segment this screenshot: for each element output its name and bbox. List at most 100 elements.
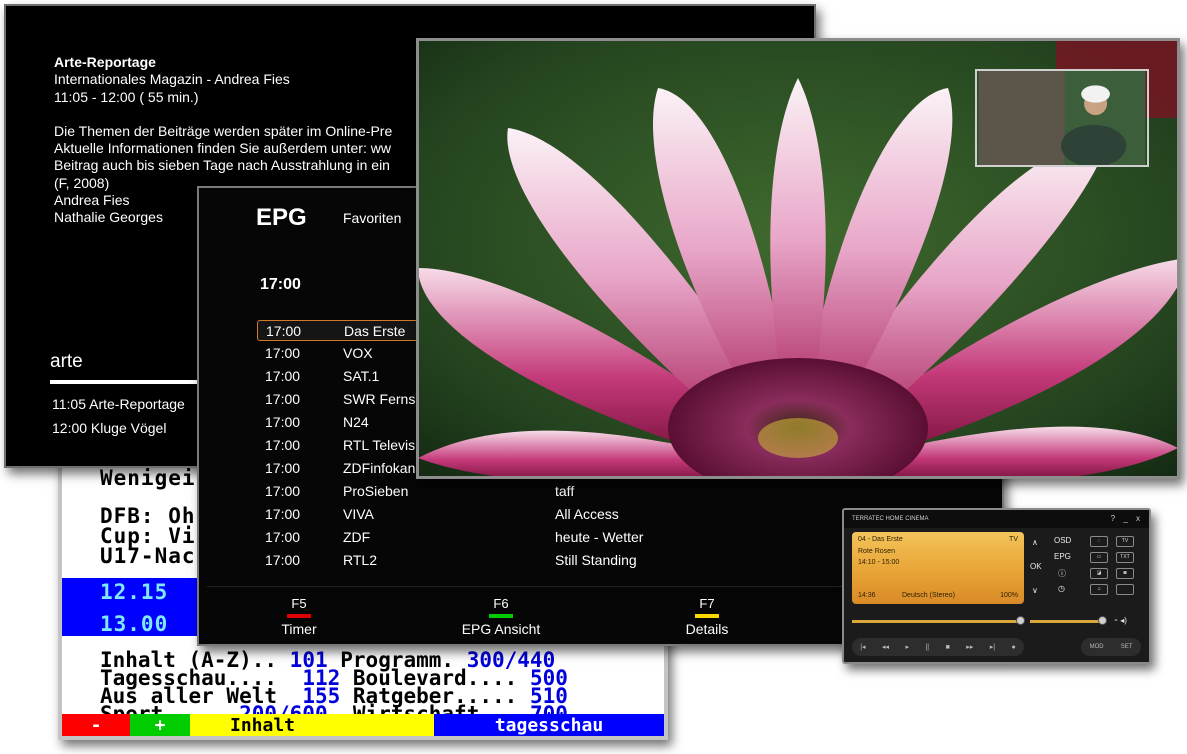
tv-button[interactable]: TV <box>1116 536 1134 547</box>
epg-view-button[interactable]: F6 EPG Ansicht <box>431 596 571 637</box>
green-indicator <box>489 614 513 618</box>
teletext-button[interactable]: TXT <box>1116 552 1134 563</box>
epg-time: 17:00 <box>265 391 301 407</box>
epg-channel: ZDFinfokan <box>343 460 416 476</box>
epg-channel: ZDF <box>343 529 371 545</box>
down-arrow-icon[interactable]: ∨ <box>1032 586 1038 595</box>
clock-icon[interactable]: ◷ <box>1058 584 1065 593</box>
epg-channel: VOX <box>343 345 373 361</box>
mode-controls: MOD SET <box>1081 638 1141 656</box>
program-title: Arte-Reportage <box>54 54 156 70</box>
teletext-time-1215: 12.15 <box>100 580 169 604</box>
fast-forward-icon[interactable]: ▸▸ <box>966 643 973 651</box>
epg-view-label: EPG Ansicht <box>461 621 541 637</box>
epg-time: 17:00 <box>265 345 301 361</box>
transport-controls: |◂ ◂◂ ▸ || ■ ▸▸ ▸| ● <box>852 638 1024 656</box>
program-time: 11:05 - 12:00 ( 55 min.) <box>54 88 199 105</box>
epg-program: Still Standing <box>555 552 637 568</box>
yellow-indicator <box>695 614 719 618</box>
epg-time: 17:00 <box>265 529 301 545</box>
info-icon[interactable]: ⓘ <box>1058 568 1066 579</box>
epg-channel: ProSieben <box>343 483 409 499</box>
fullscreen-icon[interactable]: ▭ <box>1090 552 1108 563</box>
record-dot-icon[interactable]: ● <box>1012 644 1016 651</box>
teletext-time-1300: 13.00 <box>100 612 169 636</box>
epg-time: 17:00 <box>265 437 301 453</box>
display-audio: Deutsch (Stereo) <box>902 592 955 599</box>
set-button[interactable]: SET <box>1121 644 1133 650</box>
display-volume: 100% <box>1000 592 1018 599</box>
epg-channel: SWR Fernse <box>343 391 424 407</box>
skip-back-icon[interactable]: |◂ <box>860 643 865 651</box>
epg-time: 17:00 <box>266 323 302 339</box>
osd-button[interactable]: OSD <box>1054 536 1071 545</box>
player-app-title: TERRATEC HOME CINEMA <box>852 516 929 522</box>
blank-button[interactable] <box>1116 584 1134 595</box>
program-description: Die Themen der Beiträge werden später im… <box>54 122 393 139</box>
mute-icon[interactable]: ⁃ ◂) <box>1114 616 1127 625</box>
snapshot-icon[interactable]: ◙ <box>1116 568 1134 579</box>
volume-slider-knob[interactable] <box>1098 616 1107 625</box>
volume-slider[interactable] <box>1030 620 1106 623</box>
program-description: Beitrag auch bis sieben Tage nach Ausstr… <box>54 157 390 174</box>
f7-key: F7 <box>699 596 715 611</box>
epg-row[interactable]: 17:00 ProSieben taff <box>257 481 957 502</box>
epg-time: 17:00 <box>265 414 301 430</box>
timer-button[interactable]: F5 Timer <box>229 596 369 637</box>
f6-key: F6 <box>493 596 509 611</box>
epg-time: 17:00 <box>265 460 301 476</box>
ok-button[interactable]: OK <box>1030 562 1042 571</box>
epg-program: taff <box>555 483 575 499</box>
up-arrow-icon[interactable]: ∧ <box>1032 538 1038 547</box>
player-control-window: TERRATEC HOME CINEMA ? _ x 04 - Das Erst… <box>842 508 1151 664</box>
teletext-row-weniger: Wenigei <box>100 466 196 490</box>
program-list-item[interactable]: 11:05 Arte-Reportage <box>52 396 185 412</box>
epg-current-time: 17:00 <box>260 276 301 293</box>
display-channel: 04 - Das Erste <box>858 536 903 543</box>
epg-channel: RTL Televis <box>343 437 416 453</box>
program-subtitle: Internationales Magazin - Andrea Fies <box>54 71 290 88</box>
timer-label: Timer <box>281 621 317 637</box>
teletext-red-button[interactable]: - <box>62 714 130 736</box>
epg-channel: SAT.1 <box>343 368 380 384</box>
pip-icon[interactable]: ◪ <box>1090 568 1108 579</box>
record-icon[interactable]: ◌ <box>1090 536 1108 547</box>
timeshift-slider[interactable] <box>852 620 1024 623</box>
program-list-item[interactable]: 12:00 Kluge Vögel <box>52 420 166 436</box>
epg-logo: EPG <box>256 204 307 231</box>
mod-button[interactable]: MOD <box>1090 644 1104 650</box>
teletext-yellow-button[interactable]: Inhalt <box>190 714 434 736</box>
teletext-green-button[interactable]: + <box>130 714 190 736</box>
pause-icon[interactable]: || <box>925 644 929 651</box>
epg-channel: Das Erste <box>344 323 406 339</box>
teletext-blue-button[interactable]: tagesschau <box>434 714 664 736</box>
timeshift-slider-knob[interactable] <box>1016 616 1025 625</box>
epg-program: All Access <box>555 506 619 522</box>
channel-name: arte <box>50 351 83 372</box>
epg-button[interactable]: EPG <box>1054 552 1071 561</box>
picture-in-picture[interactable] <box>975 69 1149 167</box>
epg-time: 17:00 <box>265 368 301 384</box>
video-window[interactable] <box>416 38 1180 479</box>
epg-time: 17:00 <box>265 552 301 568</box>
display-program-time: 14:10 - 15:00 <box>858 559 900 566</box>
tab-favoriten[interactable]: Favoriten <box>343 210 401 226</box>
music-icon[interactable]: ♫ <box>1090 584 1108 595</box>
f5-key: F5 <box>291 596 307 611</box>
window-controls[interactable]: ? _ x <box>1111 510 1143 528</box>
stop-icon[interactable]: ■ <box>946 644 950 651</box>
epg-time: 17:00 <box>265 506 301 522</box>
epg-time: 17:00 <box>265 483 301 499</box>
program-description: Aktuelle Informationen finden Sie außerd… <box>54 140 391 157</box>
red-indicator <box>287 614 311 618</box>
display-clock: 14:36 <box>858 592 876 599</box>
play-icon[interactable]: ▸ <box>906 643 910 651</box>
player-title-bar: TERRATEC HOME CINEMA ? _ x <box>844 510 1149 528</box>
display-program: Rote Rosen <box>858 548 895 555</box>
details-label: Details <box>685 621 729 637</box>
epg-channel: VIVA <box>343 506 374 522</box>
details-button[interactable]: F7 Details <box>637 596 777 637</box>
rewind-icon[interactable]: ◂◂ <box>882 643 889 651</box>
skip-forward-icon[interactable]: ▸| <box>990 643 995 651</box>
teletext-row-u17: U17-Nac <box>100 544 196 568</box>
